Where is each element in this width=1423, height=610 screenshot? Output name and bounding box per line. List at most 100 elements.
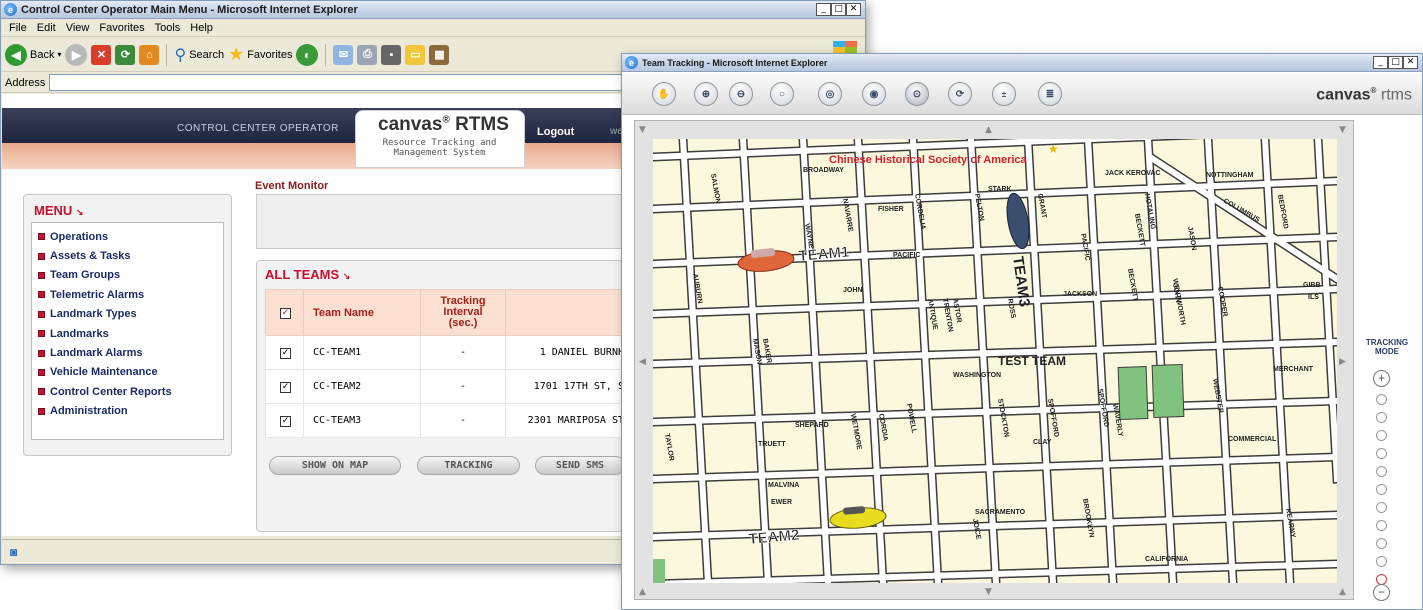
zoom-area-icon[interactable]: ◎ bbox=[818, 82, 842, 106]
svg-text:TRUETT: TRUETT bbox=[758, 441, 786, 448]
maximize-button[interactable]: □ bbox=[1388, 56, 1403, 69]
menu-favorites[interactable]: Favorites bbox=[95, 22, 150, 34]
pan-west-arrow[interactable]: ◀ bbox=[639, 357, 646, 367]
menu-tools[interactable]: Tools bbox=[151, 22, 187, 34]
menu-item-vehicle-maintenance[interactable]: Vehicle Maintenance bbox=[32, 363, 223, 382]
refresh-button[interactable]: ⟳ bbox=[115, 44, 136, 65]
tracking-button[interactable]: TRACKING bbox=[417, 456, 520, 475]
bullet-icon bbox=[38, 233, 45, 241]
row-checkbox[interactable]: ✓ bbox=[280, 415, 291, 427]
close-button[interactable]: ✕ bbox=[846, 3, 861, 16]
tracking-map-icon[interactable]: ⊙ bbox=[905, 82, 929, 106]
logout-link[interactable]: Logout bbox=[537, 126, 574, 138]
edit-icon[interactable]: ▪ bbox=[381, 44, 402, 65]
landmark-star-icon[interactable]: ★ bbox=[1048, 142, 1059, 156]
team-name-header[interactable]: Team Name bbox=[303, 289, 421, 336]
tracking-interval-header[interactable]: Tracking Interval (sec.) bbox=[420, 289, 506, 336]
title-bar[interactable]: e Team Tracking - Microsoft Internet Exp… bbox=[622, 54, 1422, 72]
zoom-out-level-button[interactable]: − bbox=[1373, 584, 1390, 601]
menu-item-landmark-alarms[interactable]: Landmark Alarms bbox=[32, 343, 223, 362]
menu-item-administration[interactable]: Administration bbox=[32, 402, 223, 421]
menu-file[interactable]: File bbox=[5, 22, 33, 34]
print-icon[interactable]: ⎙ bbox=[357, 44, 378, 65]
home-button[interactable]: ⌂ bbox=[139, 44, 160, 65]
distance-icon[interactable]: ± bbox=[992, 82, 1016, 106]
row-checkbox[interactable]: ✓ bbox=[280, 347, 291, 359]
address-label: Address bbox=[5, 76, 46, 89]
pan-hand-icon[interactable]: ✋ bbox=[652, 82, 676, 106]
table-row[interactable]: ✓ CC-TEAM2 - 1701 17TH ST, S bbox=[265, 369, 627, 404]
address-cell: 1701 17TH ST, S bbox=[505, 369, 627, 404]
minimize-button[interactable]: _ bbox=[1373, 56, 1388, 69]
map-frame: ▼ ▲ ▼ ◀ ▶ ▲ ▼ ▲ BROADWAY FISHER STARK JA… bbox=[634, 120, 1354, 600]
menu-item-telemetric-alarms[interactable]: Telemetric Alarms bbox=[32, 285, 223, 304]
menu-item-operations[interactable]: Operations bbox=[32, 227, 223, 246]
menu-edit[interactable]: Edit bbox=[33, 22, 62, 34]
media-icon[interactable]: ◐ bbox=[296, 43, 319, 66]
maximize-button[interactable]: □ bbox=[831, 3, 846, 16]
team-name-cell: CC-TEAM1 bbox=[303, 335, 421, 370]
zoom-level-step[interactable] bbox=[1376, 430, 1387, 441]
title-bar[interactable]: e Control Center Operator Main Menu - Mi… bbox=[1, 1, 865, 19]
zoom-extent-icon[interactable]: ◉ bbox=[862, 82, 886, 106]
menu-item-landmarks[interactable]: Landmarks bbox=[32, 324, 223, 343]
svg-text:WASHINGTON: WASHINGTON bbox=[953, 372, 1001, 379]
search-button[interactable]: ⚲ Search bbox=[174, 45, 224, 65]
zoom-level-step[interactable] bbox=[1376, 394, 1387, 405]
zoom-icon[interactable]: ○ bbox=[770, 82, 794, 106]
close-button[interactable]: ✕ bbox=[1403, 56, 1418, 69]
pan-ne-arrow[interactable]: ▼ bbox=[1339, 125, 1346, 135]
menu-help[interactable]: Help bbox=[186, 22, 219, 34]
mail-icon[interactable]: ✉ bbox=[333, 44, 354, 65]
zoom-level-step[interactable] bbox=[1376, 448, 1387, 459]
back-button[interactable]: ◀ Back ▾ bbox=[5, 43, 61, 66]
svg-text:ILS: ILS bbox=[1308, 294, 1319, 301]
zoom-level-step[interactable] bbox=[1376, 556, 1387, 567]
zoom-level-step[interactable] bbox=[1376, 520, 1387, 531]
team-tracking-window: e Team Tracking - Microsoft Internet Exp… bbox=[621, 53, 1423, 610]
zoom-out-icon[interactable]: ⊖ bbox=[729, 82, 753, 106]
test-team-label[interactable]: TEST TEAM bbox=[998, 354, 1066, 368]
pan-north-arrow[interactable]: ▲ bbox=[985, 125, 992, 135]
research-icon[interactable]: ▦ bbox=[429, 44, 450, 65]
menu-title: MENU ↘ bbox=[34, 203, 84, 218]
landmark-label[interactable]: Chinese Historical Society of America bbox=[829, 154, 1028, 166]
pan-east-arrow[interactable]: ▶ bbox=[1339, 357, 1346, 367]
pan-sw-arrow[interactable]: ▲ bbox=[639, 587, 646, 597]
zoom-level-step[interactable] bbox=[1376, 502, 1387, 513]
zoom-level-step[interactable] bbox=[1376, 484, 1387, 495]
minimize-button[interactable]: _ bbox=[816, 3, 831, 16]
send-sms-button[interactable]: SEND SMS bbox=[535, 456, 625, 475]
folder-icon[interactable]: ▭ bbox=[405, 44, 426, 65]
zoom-level-step[interactable] bbox=[1376, 466, 1387, 477]
menu-item-team-groups[interactable]: Team Groups bbox=[32, 266, 223, 285]
zoom-level-step[interactable] bbox=[1376, 538, 1387, 549]
row-checkbox[interactable]: ✓ bbox=[280, 381, 291, 393]
refresh-map-icon[interactable]: ⟳ bbox=[948, 82, 972, 106]
zoom-in-icon[interactable]: ⊕ bbox=[694, 82, 718, 106]
select-all-checkbox[interactable]: ✓ bbox=[280, 308, 291, 319]
favorites-button[interactable]: ★ Favorites bbox=[228, 44, 292, 65]
pan-nw-arrow[interactable]: ▼ bbox=[639, 125, 646, 135]
menu-view[interactable]: View bbox=[62, 22, 96, 34]
menu-item-assets-tasks[interactable]: Assets & Tasks bbox=[32, 246, 223, 265]
tracking-mode-label: TRACKING MODE bbox=[1365, 338, 1409, 356]
forward-button[interactable]: ▶ bbox=[65, 43, 88, 66]
stop-button[interactable]: ✕ bbox=[91, 44, 112, 65]
section-title: CONTROL CENTER OPERATOR bbox=[177, 123, 339, 134]
list-icon[interactable]: ≣ bbox=[1038, 82, 1062, 106]
table-row[interactable]: ✓ CC-TEAM3 - 2301 MARIPOSA ST bbox=[265, 403, 627, 438]
bullet-icon bbox=[38, 252, 45, 260]
zoom-level-step[interactable] bbox=[1376, 412, 1387, 423]
show-on-map-button[interactable]: SHOW ON MAP bbox=[269, 456, 401, 475]
zoom-in-level-button[interactable]: + bbox=[1373, 370, 1390, 387]
map-toolbar: ✋ ⊕ ⊖ ○ ◎ ◉ ⊙ ⟳ ± ≣ canvas® rtms bbox=[622, 73, 1422, 115]
pan-se-arrow[interactable]: ▲ bbox=[1339, 587, 1346, 597]
street-map[interactable]: BROADWAY FISHER STARK JACK KEROVAC NOTTI… bbox=[653, 139, 1337, 583]
pan-south-arrow[interactable]: ▼ bbox=[985, 587, 992, 597]
svg-text:FISHER: FISHER bbox=[878, 206, 904, 213]
menu-item-landmark-types[interactable]: Landmark Types bbox=[32, 305, 223, 324]
window-title: Control Center Operator Main Menu - Micr… bbox=[21, 3, 358, 16]
table-row[interactable]: ✓ CC-TEAM1 - 1 DANIEL BURNH bbox=[265, 335, 627, 370]
menu-item-control-center-reports[interactable]: Control Center Reports bbox=[32, 382, 223, 401]
